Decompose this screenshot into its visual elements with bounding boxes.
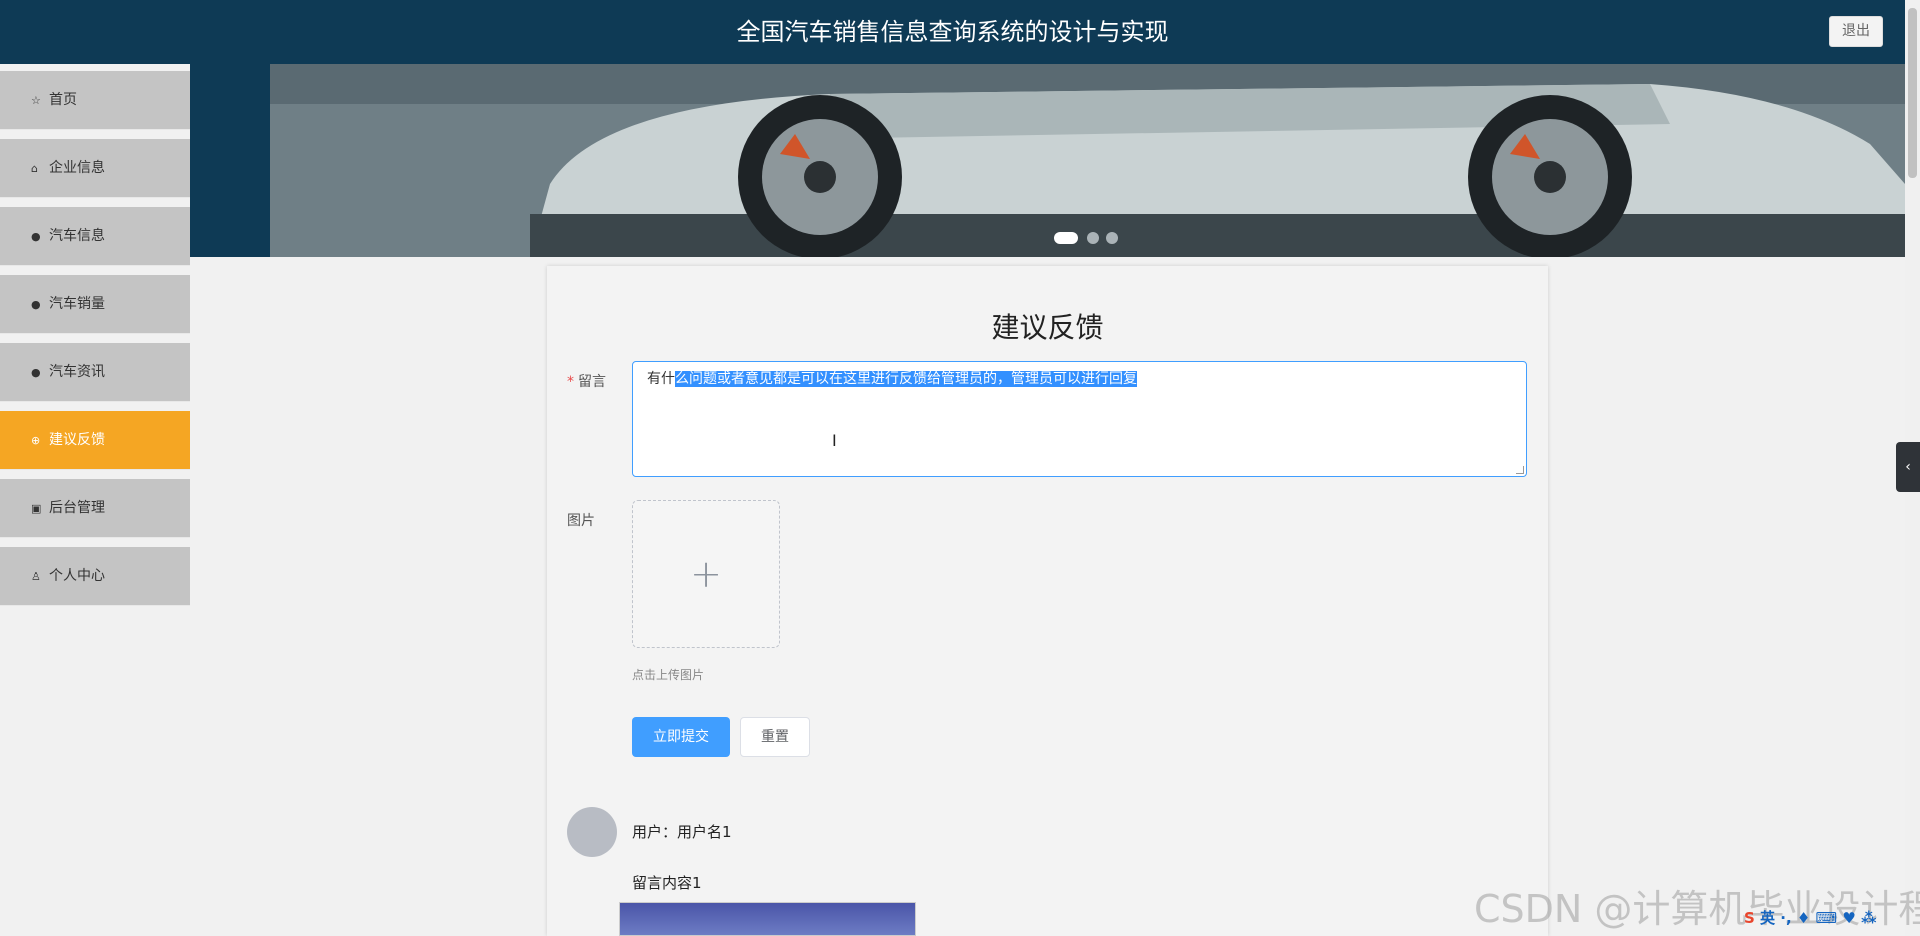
carousel-dot-1[interactable] — [1054, 232, 1078, 244]
image-upload-button[interactable]: + — [632, 500, 780, 648]
comment-image — [619, 902, 916, 936]
sidebar-item-admin[interactable]: ▣ 后台管理 — [0, 479, 190, 538]
question-icon: ● — [31, 298, 41, 311]
carousel-dot-3[interactable] — [1106, 232, 1118, 244]
sidebar-item-label: 汽车资讯 — [49, 364, 105, 380]
car-illustration — [270, 64, 1905, 257]
submit-button[interactable]: 立即提交 — [632, 717, 730, 757]
briefcase-icon: ▣ — [31, 502, 42, 515]
banner-image — [270, 64, 1905, 257]
sidebar-item-profile[interactable]: ♙ 个人中心 — [0, 547, 190, 606]
message-label: * 留言 — [567, 371, 606, 391]
sidebar-item-label: 建议反馈 — [49, 432, 105, 448]
message-text-prefix: 有什 — [647, 371, 675, 387]
sidebar-item-car-info[interactable]: ● 汽车信息 — [0, 207, 190, 266]
bag-icon: ⌂ — [31, 162, 38, 175]
logout-button[interactable]: 退出 — [1829, 16, 1883, 47]
top-header: 全国汽车销售信息查询系统的设计与实现 退出 — [0, 0, 1905, 64]
page-title: 建议反馈 — [991, 311, 1104, 344]
sidebar-item-label: 企业信息 — [49, 160, 105, 176]
sidebar-item-label: 个人中心 — [49, 568, 105, 584]
sidebar-item-feedback[interactable]: ⊕ 建议反馈 — [0, 411, 190, 470]
avatar — [567, 807, 617, 857]
sidebar-item-label: 汽车信息 — [49, 228, 105, 244]
sidebar-item-car-news[interactable]: ● 汽车资讯 — [0, 343, 190, 402]
sidebar-item-label: 首页 — [49, 92, 77, 108]
message-text-selected: 么问题或者意见都是可以在这里进行反馈给管理员的，管理员可以进行回复 — [675, 371, 1137, 387]
comment-user: 用户：用户名1 — [632, 823, 732, 841]
text-cursor-icon: I — [832, 431, 837, 450]
message-label-text: 留言 — [578, 374, 606, 390]
sidebar-item-label: 后台管理 — [49, 500, 105, 516]
plus-icon: + — [690, 552, 722, 596]
ime-status: 英 ·, ♦ ⌨ ♥ ⁂ — [1760, 909, 1877, 927]
ime-logo-icon: S — [1744, 909, 1755, 927]
sidebar-item-label: 汽车销量 — [49, 296, 105, 312]
ime-toolbar[interactable]: S 英 ·, ♦ ⌨ ♥ ⁂ — [1744, 907, 1916, 933]
sidebar-item-company-info[interactable]: ⌂ 企业信息 — [0, 139, 190, 198]
user-icon: ♙ — [31, 570, 41, 583]
comment-content: 留言内容1 — [632, 874, 702, 892]
upload-hint: 点击上传图片 — [632, 668, 705, 682]
carousel-dot-2[interactable] — [1087, 232, 1099, 244]
feedback-card: 建议反馈 * 留言 有什么问题或者意见都是可以在这里进行反馈给管理员的，管理员可以… — [547, 266, 1548, 936]
star-icon: ☆ — [31, 94, 41, 107]
image-label: 图片 — [567, 513, 595, 529]
site-title: 全国汽车销售信息查询系统的设计与实现 — [736, 18, 1169, 46]
sidebar-item-car-sales[interactable]: ● 汽车销量 — [0, 275, 190, 334]
info-icon: ● — [31, 366, 41, 379]
chevron-left-icon: ‹ — [1905, 459, 1911, 475]
globe-icon: ⊕ — [31, 434, 41, 447]
alert-icon: ● — [31, 230, 41, 243]
message-textarea[interactable]: 有什么问题或者意见都是可以在这里进行反馈给管理员的，管理员可以进行回复 — [632, 361, 1527, 477]
banner-carousel — [190, 64, 1905, 257]
reset-button[interactable]: 重置 — [740, 717, 810, 757]
collapse-panel-tab[interactable]: ‹ — [1896, 442, 1920, 492]
sidebar-item-home[interactable]: ☆ 首页 — [0, 71, 190, 130]
resize-handle[interactable] — [1516, 466, 1524, 474]
required-mark: * — [567, 374, 574, 390]
scrollbar-thumb[interactable] — [1908, 8, 1917, 178]
